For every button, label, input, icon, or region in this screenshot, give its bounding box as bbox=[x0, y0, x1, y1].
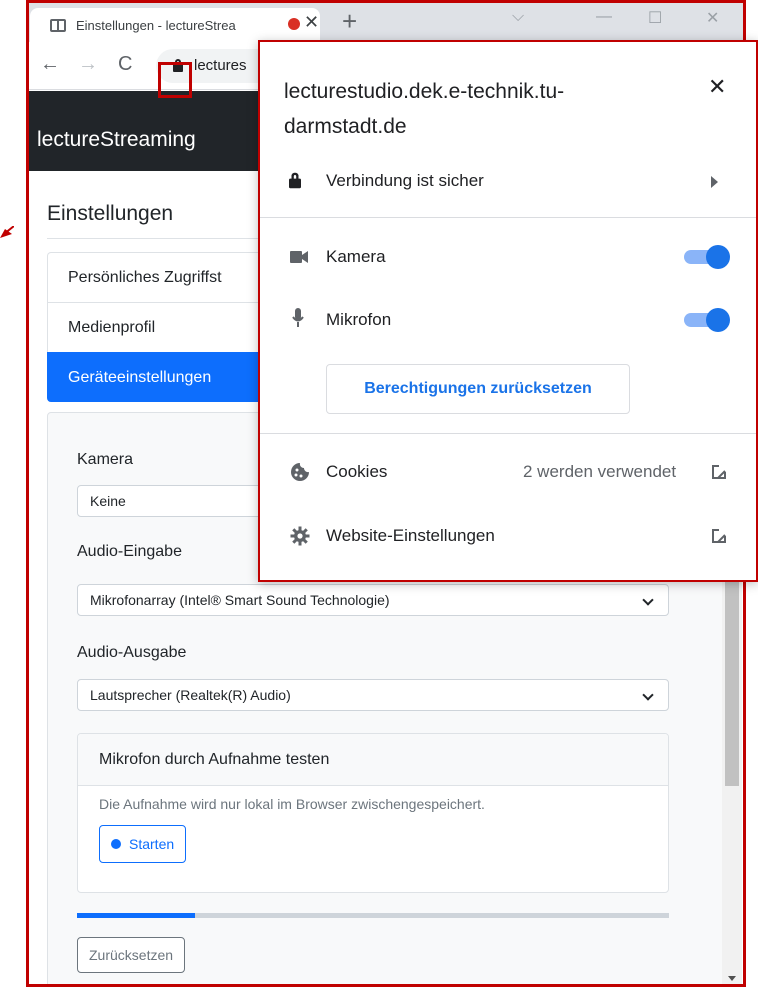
maximize-button[interactable]: ☐ bbox=[648, 8, 662, 28]
scrollbar-thumb[interactable] bbox=[725, 560, 739, 786]
microphone-permission-toggle[interactable] bbox=[684, 308, 730, 332]
start-recording-label: Starten bbox=[129, 836, 175, 852]
minimize-button[interactable]: — bbox=[596, 8, 612, 26]
audio-output-label: Audio-Ausgabe bbox=[77, 644, 187, 661]
tab-strip: Einstellungen - lectureStrea ✕ + ⌵ — ☐ ✕ bbox=[26, 0, 746, 42]
cookie-icon bbox=[291, 463, 309, 481]
chevron-down-icon bbox=[642, 594, 654, 606]
mic-test-description: Die Aufnahme wird nur lokal im Browser z… bbox=[99, 796, 485, 812]
chevron-right-icon bbox=[711, 176, 718, 188]
site-settings-label: Website-Einstellungen bbox=[326, 526, 495, 545]
start-recording-button[interactable]: Starten bbox=[99, 825, 187, 863]
url-text[interactable]: lectures bbox=[194, 57, 247, 74]
scroll-down-arrow-icon[interactable] bbox=[728, 976, 736, 981]
reset-button[interactable]: Zurücksetzen bbox=[77, 937, 186, 973]
popup-domain: lecturestudio.dek.e-technik.tu-darmstadt… bbox=[284, 80, 565, 138]
cookies-count: 2 werden verwendet bbox=[523, 462, 677, 481]
lock-icon bbox=[289, 172, 301, 189]
site-info-popup: lecturestudio.dek.e-technik.tu-darmstadt… bbox=[258, 40, 758, 582]
mic-test-title: Mikrofon durch Aufnahme testen bbox=[78, 734, 668, 786]
camera-permission-label: Kamera bbox=[326, 247, 386, 266]
tab-title: Einstellungen - lectureStrea bbox=[76, 17, 236, 33]
audio-output-select[interactable]: Lautsprecher (Realtek(R) Audio) bbox=[77, 679, 669, 711]
reload-button[interactable]: C bbox=[118, 53, 132, 76]
microphone-permission-label: Mikrofon bbox=[326, 310, 392, 329]
audio-input-select[interactable]: Mikrofonarray (Intel® Smart Sound Techno… bbox=[77, 584, 669, 616]
camera-label: Kamera bbox=[77, 451, 134, 468]
forward-button[interactable]: → bbox=[78, 53, 98, 76]
screenshot-stage: Einstellungen - lectureStrea ✕ + ⌵ — ☐ ✕… bbox=[0, 0, 758, 987]
chevron-down-icon bbox=[642, 689, 654, 701]
mic-test-card: Mikrofon durch Aufnahme testen Die Aufna… bbox=[77, 733, 669, 893]
popup-close-icon[interactable]: ✕ bbox=[708, 74, 726, 100]
camera-select-value: Keine bbox=[90, 493, 126, 509]
microphone-icon bbox=[292, 308, 304, 327]
page-title: Einstellungen bbox=[47, 202, 174, 225]
tab-close-icon[interactable]: ✕ bbox=[304, 12, 319, 33]
audio-input-label: Audio-Eingabe bbox=[77, 543, 182, 560]
book-icon bbox=[50, 18, 66, 32]
progress-bar bbox=[77, 913, 669, 918]
browser-tab[interactable]: Einstellungen - lectureStrea ✕ bbox=[30, 8, 320, 42]
gear-icon bbox=[290, 526, 310, 546]
camera-permission-toggle[interactable] bbox=[684, 245, 730, 269]
record-dot-icon bbox=[111, 839, 121, 849]
site-info-button[interactable] bbox=[166, 55, 190, 77]
connection-status: Verbindung ist sicher bbox=[326, 171, 484, 190]
external-link-icon bbox=[712, 464, 727, 479]
recording-indicator-icon bbox=[288, 18, 300, 30]
video-camera-icon bbox=[290, 251, 308, 263]
annotation-arrow-icon bbox=[0, 226, 14, 238]
tab-search-icon[interactable]: ⌵ bbox=[512, 8, 524, 26]
page-scrollbar[interactable] bbox=[722, 560, 742, 987]
external-link-icon bbox=[712, 528, 727, 543]
divider bbox=[260, 433, 756, 434]
divider bbox=[260, 217, 756, 218]
new-tab-button[interactable]: + bbox=[342, 6, 357, 37]
audio-output-value: Lautsprecher (Realtek(R) Audio) bbox=[90, 687, 291, 703]
window-close-button[interactable]: ✕ bbox=[706, 8, 719, 28]
reset-permissions-button[interactable]: Berechtigungen zurücksetzen bbox=[326, 364, 630, 414]
lock-icon bbox=[173, 59, 183, 72]
progress-fill bbox=[77, 913, 196, 918]
cookies-label: Cookies bbox=[326, 462, 388, 481]
brand-logo[interactable]: lectureStreaming bbox=[37, 128, 196, 152]
back-button[interactable]: ← bbox=[40, 53, 60, 76]
audio-input-value: Mikrofonarray (Intel® Smart Sound Techno… bbox=[90, 592, 390, 608]
